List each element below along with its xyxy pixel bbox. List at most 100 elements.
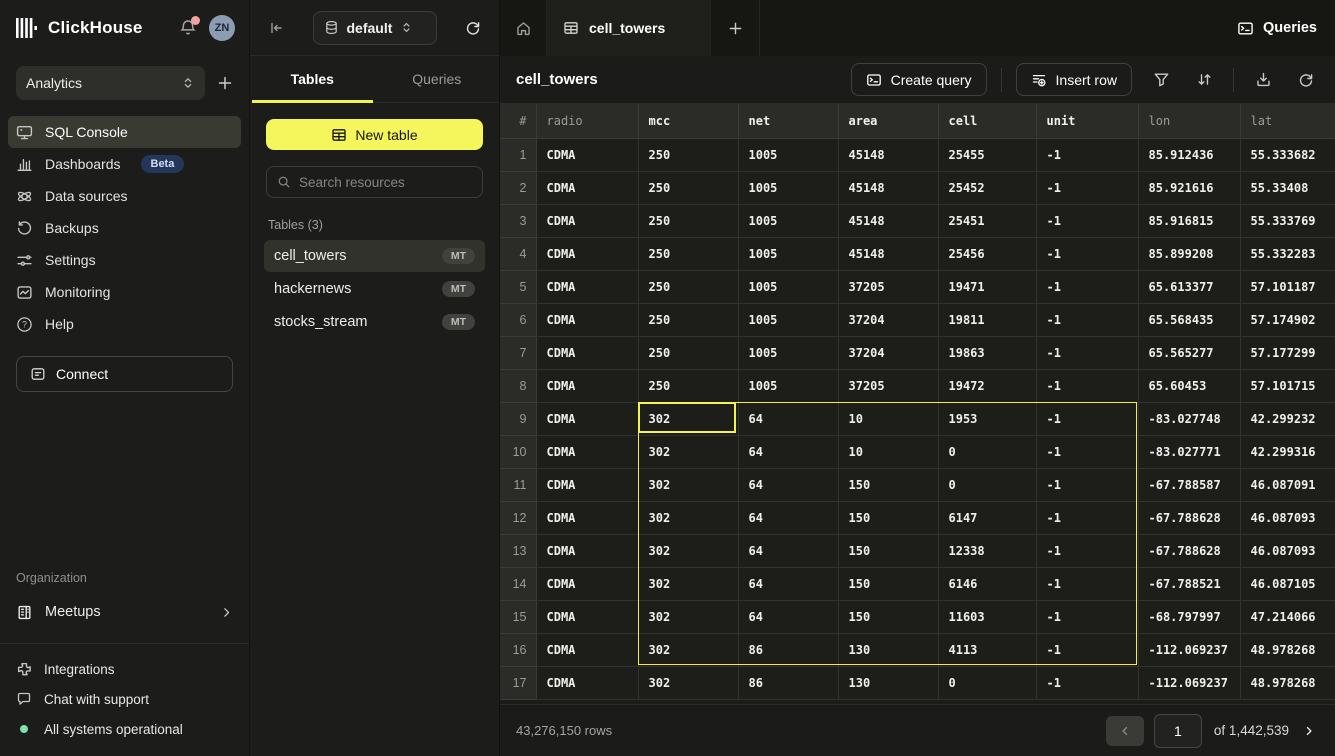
row-number[interactable]: 13 [500,534,536,567]
grid-cell[interactable]: 12338 [938,534,1036,567]
grid-cell[interactable]: 302 [638,534,738,567]
grid-cell[interactable]: 42.299232 [1240,402,1335,435]
insert-row-button[interactable]: Insert row [1016,63,1132,96]
grid-cell[interactable]: 47.214066 [1240,600,1335,633]
grid-cell[interactable]: 46.087105 [1240,567,1335,600]
grid-cell[interactable]: 64 [738,435,838,468]
grid-cell[interactable]: 37204 [838,303,938,336]
grid-cell[interactable]: 57.177299 [1240,336,1335,369]
new-table-button[interactable]: New table [266,119,483,150]
grid-cell[interactable]: 0 [938,435,1036,468]
row-number[interactable]: 4 [500,237,536,270]
previous-page-button[interactable] [1106,716,1144,746]
grid-cell[interactable]: 55.332283 [1240,237,1335,270]
collapse-panel-button[interactable] [268,20,284,36]
download-button[interactable] [1248,65,1278,95]
grid-cell[interactable]: 1005 [738,138,838,171]
grid-cell[interactable]: 48.978268 [1240,666,1335,699]
grid-cell[interactable]: 302 [638,600,738,633]
grid-cell[interactable]: 55.333682 [1240,138,1335,171]
column-header-net[interactable]: net [738,104,838,138]
sort-button[interactable] [1189,65,1219,95]
grid-cell[interactable]: CDMA [536,600,638,633]
grid-cell[interactable]: 55.33408 [1240,171,1335,204]
grid-cell[interactable]: 64 [738,468,838,501]
grid-cell[interactable]: 19471 [938,270,1036,303]
grid-cell[interactable]: 250 [638,237,738,270]
row-number[interactable]: 3 [500,204,536,237]
grid-cell[interactable]: 55.333769 [1240,204,1335,237]
grid-cell[interactable]: 250 [638,171,738,204]
grid-cell[interactable]: 302 [638,666,738,699]
new-tab-button[interactable] [711,0,760,56]
grid-cell[interactable]: CDMA [536,666,638,699]
table-list-item-stocks-stream[interactable]: stocks_stream MT [264,306,485,338]
grid-cell[interactable]: 86 [738,666,838,699]
workspace-select[interactable]: Analytics [16,66,205,100]
grid-cell[interactable]: 6146 [938,567,1036,600]
grid-cell[interactable]: 25451 [938,204,1036,237]
grid-cell[interactable]: 302 [638,402,738,435]
row-number[interactable]: 1 [500,138,536,171]
grid-cell[interactable]: 150 [838,534,938,567]
grid-cell[interactable]: -1 [1036,501,1138,534]
grid-cell[interactable]: 45148 [838,204,938,237]
grid-cell[interactable]: CDMA [536,369,638,402]
column-header-lon[interactable]: lon [1138,104,1240,138]
row-number[interactable]: 2 [500,171,536,204]
sidebar-item-chat-support[interactable]: Chat with support [0,684,249,714]
grid-cell[interactable]: 250 [638,138,738,171]
grid-cell[interactable]: -1 [1036,534,1138,567]
row-number[interactable]: 9 [500,402,536,435]
queries-button[interactable]: Queries [1237,20,1317,37]
grid-cell[interactable]: CDMA [536,534,638,567]
grid-cell[interactable]: 57.101187 [1240,270,1335,303]
grid-cell[interactable]: 65.613377 [1138,270,1240,303]
grid-cell[interactable]: -1 [1036,567,1138,600]
sidebar-item-meetups[interactable]: Meetups [0,595,249,629]
grid-cell[interactable]: 150 [838,468,938,501]
column-header-unit[interactable]: unit [1036,104,1138,138]
column-header-index[interactable]: # [500,104,536,138]
row-number[interactable]: 5 [500,270,536,303]
grid-cell[interactable]: CDMA [536,171,638,204]
grid-cell[interactable]: 10 [838,402,938,435]
grid-cell[interactable]: -1 [1036,270,1138,303]
sidebar-item-backups[interactable]: Backups [8,212,241,244]
grid-cell[interactable]: 302 [638,435,738,468]
grid-cell[interactable]: 19811 [938,303,1036,336]
grid-cell[interactable]: 37205 [838,369,938,402]
grid-cell[interactable]: CDMA [536,336,638,369]
grid-cell[interactable]: 250 [638,270,738,303]
table-list-item-hackernews[interactable]: hackernews MT [264,273,485,305]
system-status[interactable]: All systems operational [0,714,249,744]
grid-cell[interactable]: -1 [1036,237,1138,270]
grid-cell[interactable]: 150 [838,567,938,600]
grid-cell[interactable]: CDMA [536,567,638,600]
grid-cell[interactable]: -83.027771 [1138,435,1240,468]
sidebar-item-settings[interactable]: Settings [8,244,241,276]
row-number[interactable]: 10 [500,435,536,468]
grid-cell[interactable]: 64 [738,567,838,600]
connect-button[interactable]: Connect [16,356,233,392]
grid-cell[interactable]: 37205 [838,270,938,303]
grid-cell[interactable]: 0 [938,666,1036,699]
grid-cell[interactable]: 45148 [838,237,938,270]
grid-cell[interactable]: 250 [638,303,738,336]
grid-cell[interactable]: 37204 [838,336,938,369]
grid-cell[interactable]: CDMA [536,501,638,534]
grid-cell[interactable]: 64 [738,534,838,567]
grid-cell[interactable]: 42.299316 [1240,435,1335,468]
grid-cell[interactable]: CDMA [536,237,638,270]
grid-cell[interactable]: 1005 [738,303,838,336]
grid-cell[interactable]: CDMA [536,303,638,336]
grid-cell[interactable]: 150 [838,600,938,633]
row-number[interactable]: 17 [500,666,536,699]
grid-cell[interactable]: 65.60453 [1138,369,1240,402]
grid-cell[interactable]: -1 [1036,171,1138,204]
avatar[interactable]: ZN [209,15,235,41]
grid-cell[interactable]: -1 [1036,204,1138,237]
tab-cell-towers[interactable]: cell_towers [547,0,711,56]
grid-cell[interactable]: 85.899208 [1138,237,1240,270]
grid-cell[interactable]: 25452 [938,171,1036,204]
